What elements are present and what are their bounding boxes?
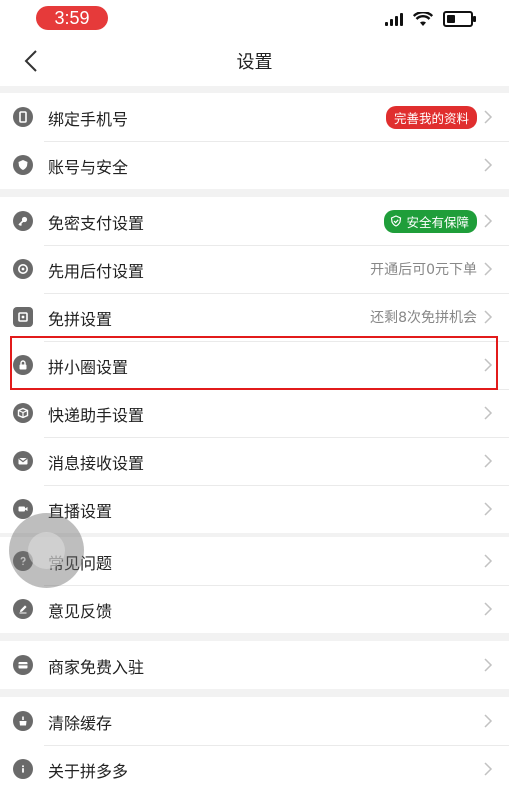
row-label: 拼小圈设置 — [48, 358, 129, 377]
row-label: 绑定手机号 — [48, 110, 129, 129]
key-icon — [13, 211, 33, 231]
phone-icon — [13, 107, 33, 127]
settings-group-system: 清除缓存 关于拼多多 — [0, 697, 509, 793]
row-message-settings[interactable]: 消息接收设置 — [0, 437, 509, 485]
signal-icon — [385, 12, 403, 26]
row-label: 关于拼多多 — [48, 762, 129, 781]
shield-check-icon — [391, 215, 402, 227]
page-title: 设置 — [236, 52, 273, 73]
complete-profile-badge[interactable]: 完善我的资料 — [385, 105, 477, 129]
row-about[interactable]: 关于拼多多 — [0, 745, 509, 793]
battery-icon — [443, 11, 476, 27]
package-icon — [13, 403, 33, 423]
settings-group-account: 绑定手机号 完善我的资料 账号与安全 — [0, 93, 509, 189]
nav-bar: 设置 — [0, 36, 509, 86]
store-icon — [13, 655, 33, 675]
row-account-security[interactable]: 账号与安全 — [0, 141, 509, 189]
chevron-right-icon — [484, 714, 493, 728]
chevron-right-icon — [484, 214, 493, 228]
broom-icon — [13, 711, 33, 731]
chevron-right-icon — [484, 762, 493, 776]
row-label: 消息接收设置 — [48, 454, 145, 473]
row-password-free-pay[interactable]: 免密支付设置 安全有保障 — [0, 197, 509, 245]
row-label: 先用后付设置 — [48, 262, 145, 281]
row-label: 免密支付设置 — [48, 214, 145, 233]
row-pay-later[interactable]: 先用后付设置 开通后可0元下单 — [0, 245, 509, 293]
row-label: 账号与安全 — [48, 158, 129, 177]
row-free-group[interactable]: 免拼设置 还剩8次免拼机会 — [0, 293, 509, 341]
badge-icon — [13, 259, 33, 279]
status-time: 3:59 — [36, 6, 108, 30]
mail-icon — [13, 451, 33, 471]
assistive-touch-button[interactable] — [9, 513, 84, 588]
row-label: 快递助手设置 — [48, 406, 145, 425]
status-bar: 3:59 — [0, 0, 509, 36]
ticket-icon — [13, 307, 33, 327]
security-badge: 安全有保障 — [384, 209, 477, 233]
shield-icon — [13, 155, 33, 175]
row-merchant-join[interactable]: 商家免费入驻 — [0, 641, 509, 689]
status-icons — [385, 10, 476, 28]
settings-group-payment: 免密支付设置 安全有保障 先用后付设置 开通后可0元下单 免拼设置 还剩8次免拼… — [0, 197, 509, 533]
row-pin-circle[interactable]: 拼小圈设置 — [0, 341, 509, 389]
info-icon — [13, 759, 33, 779]
chevron-right-icon — [484, 406, 493, 420]
chevron-right-icon — [484, 110, 493, 124]
lock-icon — [13, 355, 33, 375]
row-live-settings[interactable]: 直播设置 — [0, 485, 509, 533]
wifi-icon — [413, 11, 433, 27]
row-label: 清除缓存 — [48, 714, 113, 733]
chevron-right-icon — [484, 502, 493, 516]
chevron-right-icon — [484, 554, 493, 568]
settings-group-merchant: 商家免费入驻 — [0, 641, 509, 689]
row-value: 开通后可0元下单 — [370, 262, 477, 278]
row-feedback[interactable]: 意见反馈 — [0, 585, 509, 633]
chevron-right-icon — [484, 454, 493, 468]
pencil-icon — [13, 599, 33, 619]
chevron-right-icon — [484, 358, 493, 372]
chevron-right-icon — [484, 658, 493, 672]
row-label: 意见反馈 — [48, 602, 113, 621]
row-label: 免拼设置 — [48, 310, 113, 329]
chevron-right-icon — [484, 262, 493, 276]
row-value: 还剩8次免拼机会 — [370, 310, 477, 326]
chevron-right-icon — [484, 602, 493, 616]
row-express-assistant[interactable]: 快递助手设置 — [0, 389, 509, 437]
row-label: 商家免费入驻 — [48, 658, 145, 677]
row-bind-phone[interactable]: 绑定手机号 完善我的资料 — [0, 93, 509, 141]
chevron-right-icon — [484, 158, 493, 172]
row-clear-cache[interactable]: 清除缓存 — [0, 697, 509, 745]
chevron-right-icon — [484, 310, 493, 324]
